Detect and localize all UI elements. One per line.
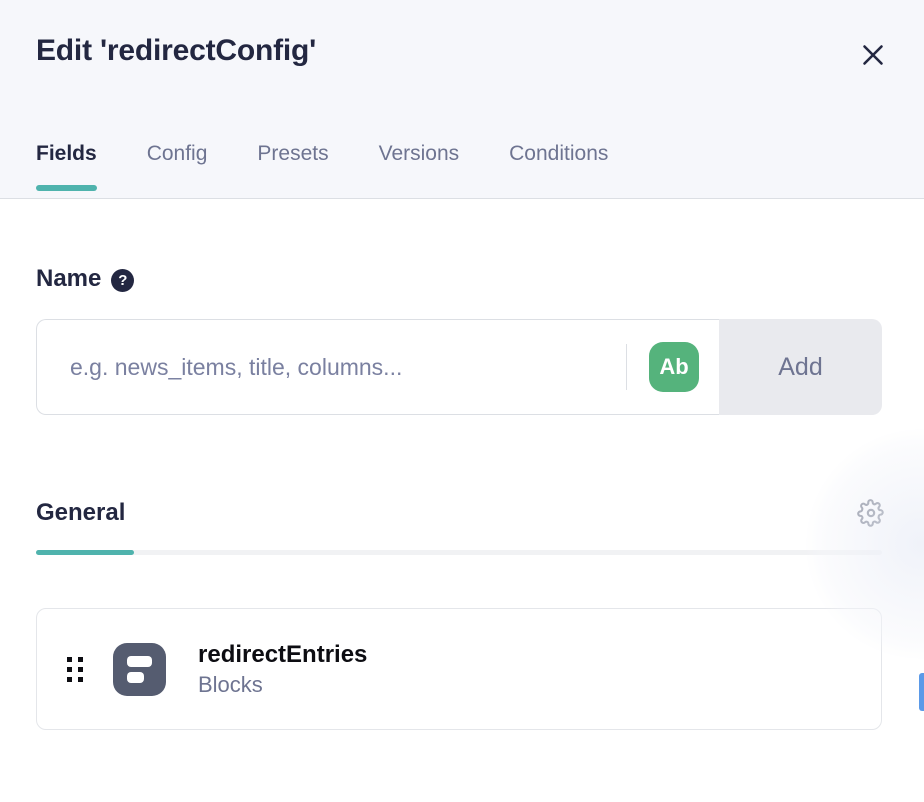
name-input-wrap: Ab [36, 319, 719, 415]
tab-presets[interactable]: Presets [257, 142, 328, 198]
input-divider [626, 344, 627, 390]
tab-config-label: Config [147, 142, 208, 165]
field-name: redirectEntries [198, 641, 367, 669]
tab-fields-label: Fields [36, 142, 97, 165]
drag-handle-icon[interactable] [67, 656, 85, 682]
blocks-icon [113, 643, 166, 696]
name-input-group: Ab Add [36, 319, 882, 415]
group-title: General [36, 499, 125, 527]
tab-presets-label: Presets [257, 142, 328, 165]
gear-icon [857, 499, 885, 527]
edge-drawer-handle[interactable] [919, 673, 924, 711]
name-label-row: Name ? [36, 199, 888, 293]
tab-versions[interactable]: Versions [379, 142, 460, 198]
close-icon [860, 42, 886, 68]
modal-body: Name ? Ab Add General [0, 199, 924, 802]
field-list: redirectEntries Blocks [36, 608, 888, 730]
title-row: Edit 'redirectConfig' [36, 0, 888, 72]
group-underline [36, 550, 882, 555]
group-header-row: General [36, 496, 888, 530]
field-type-badge[interactable]: Ab [649, 342, 699, 392]
tab-versions-label: Versions [379, 142, 460, 165]
name-input[interactable] [70, 320, 626, 414]
group-section-general: General [36, 496, 888, 730]
page-title: Edit 'redirectConfig' [36, 33, 316, 69]
add-button[interactable]: Add [719, 319, 882, 415]
tab-conditions[interactable]: Conditions [509, 142, 608, 198]
close-button[interactable] [856, 38, 890, 72]
name-label: Name [36, 265, 101, 293]
field-text: redirectEntries Blocks [198, 641, 367, 698]
tab-conditions-label: Conditions [509, 142, 608, 165]
tab-fields[interactable]: Fields [36, 142, 97, 198]
tab-config[interactable]: Config [147, 142, 208, 198]
field-type: Blocks [198, 672, 367, 697]
help-icon[interactable]: ? [111, 269, 134, 292]
field-row-redirectentries[interactable]: redirectEntries Blocks [36, 608, 882, 730]
tab-bar: Fields Config Presets Versions Condition… [36, 142, 608, 198]
group-settings-button[interactable] [854, 496, 888, 530]
modal-header: Edit 'redirectConfig' Fields Config Pres… [0, 0, 924, 199]
edit-field-modal: Edit 'redirectConfig' Fields Config Pres… [0, 0, 924, 802]
